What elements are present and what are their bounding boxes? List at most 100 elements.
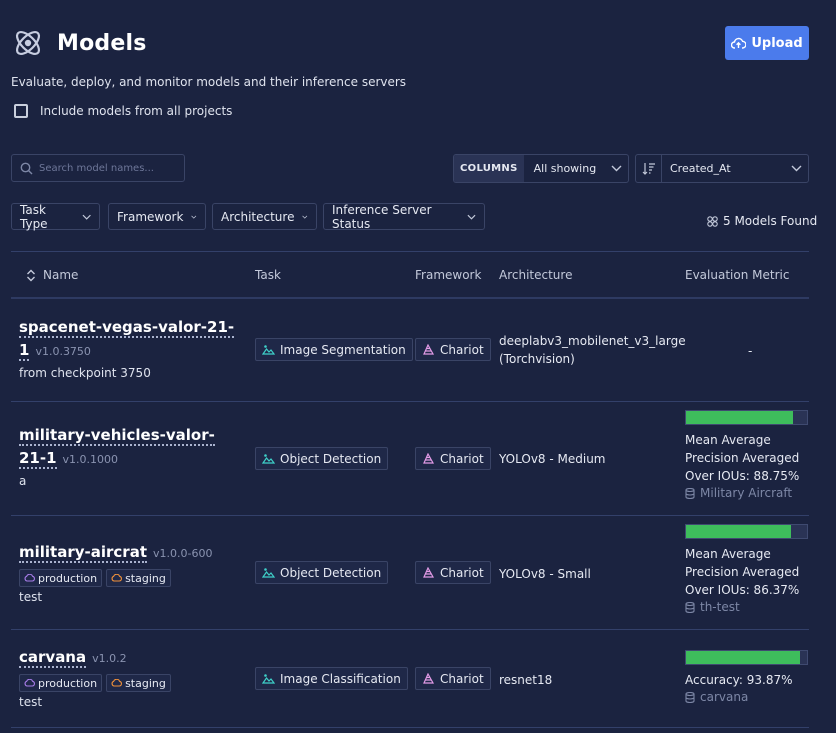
image-icon <box>262 674 275 684</box>
filter-label: Task Type <box>20 202 48 231</box>
dataset-label: carvana <box>700 690 749 704</box>
model-name-link[interactable]: carvana <box>19 648 87 668</box>
column-header-framework[interactable]: Framework <box>415 268 481 282</box>
metric-dataset[interactable]: carvana <box>685 690 808 704</box>
upload-label: Upload <box>751 35 803 51</box>
filter-label: Inference Server Status <box>332 202 432 231</box>
database-icon <box>685 601 695 613</box>
model-version: v1.0.2 <box>92 652 127 665</box>
metric-dataset[interactable]: th-test <box>685 600 808 614</box>
model-name-link[interactable]: spacenet-vegas-valor-21- <box>19 318 235 338</box>
model-description: from checkpoint 3750 <box>19 366 151 380</box>
columns-value: All showing <box>533 162 597 175</box>
filter-inference-server-status[interactable]: Inference Server Status <box>323 202 485 231</box>
chip-label: staging <box>125 676 166 690</box>
task-label: Object Detection <box>280 451 382 466</box>
search-input[interactable] <box>39 162 179 174</box>
metric-empty: - <box>748 344 753 358</box>
evaluation-metric-cell: Mean Average Precision Averaged Over IOU… <box>685 524 808 614</box>
table-row[interactable]: carvana v1.0.2 production staging test <box>19 647 171 709</box>
cloud-upload-icon <box>731 37 747 49</box>
model-description: test <box>19 695 43 709</box>
chevron-down-icon <box>611 165 622 172</box>
column-header-name[interactable]: Name <box>26 268 78 282</box>
database-icon <box>685 691 695 703</box>
framework-tag: Chariot <box>415 447 491 470</box>
cloud-icon <box>111 679 123 687</box>
atom-icon <box>15 30 41 56</box>
columns-select[interactable]: COLUMNS All showing <box>453 154 629 183</box>
columns-label: COLUMNS <box>454 155 524 182</box>
model-name-link[interactable]: 1 <box>19 341 30 361</box>
divider <box>11 251 809 252</box>
include-all-projects[interactable]: Include models from all projects <box>14 104 232 118</box>
model-description: test <box>19 590 43 604</box>
model-name-link[interactable]: military-aircrat <box>19 543 147 563</box>
filter-task-type[interactable]: Task Type <box>11 202 100 231</box>
sort-arrows-icon <box>27 269 35 281</box>
cloud-icon <box>24 574 35 582</box>
divider <box>11 297 809 299</box>
production-chip: production <box>19 569 103 587</box>
framework-label: Chariot <box>440 671 484 686</box>
sort-select[interactable]: Created_At <box>635 154 809 183</box>
cloud-icon <box>24 679 35 687</box>
metric-label: Precision Averaged <box>685 451 800 465</box>
metric-bar-fill <box>686 525 791 538</box>
chariot-icon <box>423 344 435 355</box>
model-description: a <box>19 474 27 488</box>
filter-architecture[interactable]: Architecture <box>212 203 317 230</box>
include-all-checkbox[interactable] <box>14 104 28 118</box>
evaluation-metric-cell: Mean Average Precision Averaged Over IOU… <box>685 410 808 500</box>
column-header-architecture[interactable]: Architecture <box>499 268 572 282</box>
chevron-down-icon <box>82 214 91 220</box>
architecture-cell: deeplabv3_mobilenet_v3_large (Torchvisio… <box>499 332 686 368</box>
filter-label: Framework <box>117 209 184 224</box>
model-name-link[interactable]: 21-1 <box>19 449 57 469</box>
filter-framework[interactable]: Framework <box>108 203 206 230</box>
image-icon <box>262 454 275 464</box>
framework-label: Chariot <box>440 565 484 580</box>
architecture-label: (Torchvision) <box>499 352 575 366</box>
metric-bar <box>685 410 808 425</box>
metric-bar-fill <box>686 411 794 424</box>
metric-bar <box>685 524 808 539</box>
row-divider <box>11 401 809 402</box>
chevron-down-icon <box>467 214 476 220</box>
search-field[interactable] <box>11 154 185 182</box>
table-row[interactable]: military-aircrat v1.0.0-600 production st… <box>19 542 212 604</box>
task-tag: Image Classification <box>255 667 408 690</box>
page-title: Models <box>57 31 147 56</box>
header-label: Name <box>43 268 79 282</box>
cloud-icon <box>111 574 123 582</box>
page-subtitle: Evaluate, deploy, and monitor models and… <box>11 75 407 89</box>
column-header-evaluation-metric[interactable]: Evaluation Metric <box>685 268 789 282</box>
metric-label: Mean Average <box>685 433 771 447</box>
model-name-link[interactable]: military-vehicles-valor- <box>19 426 215 446</box>
table-row[interactable]: military-vehicles-valor- 21-1 v1.0.1000 a <box>19 425 215 488</box>
sort-direction-button[interactable] <box>636 155 662 182</box>
task-tag: Image Segmentation <box>255 338 413 361</box>
task-tag: Object Detection <box>255 447 389 470</box>
upload-button[interactable]: Upload <box>725 26 809 60</box>
table-row[interactable]: spacenet-vegas-valor-21- 1 v1.0.3750 from… <box>19 317 235 380</box>
metric-label: Accuracy: 93.87% <box>685 673 793 687</box>
metric-label: Over IOUs: 86.37% <box>685 583 800 597</box>
dataset-label: Military Aircraft <box>700 486 793 500</box>
include-all-label: Include models from all projects <box>40 104 233 118</box>
row-divider <box>11 515 809 516</box>
architecture-label: deeplabv3_mobilenet_v3_large <box>499 334 686 348</box>
image-icon <box>262 568 275 578</box>
task-label: Object Detection <box>280 565 382 580</box>
dataset-label: th-test <box>700 600 740 614</box>
task-tag: Object Detection <box>255 561 389 584</box>
production-chip: production <box>19 674 103 692</box>
chevron-down-icon <box>791 165 802 172</box>
framework-tag: Chariot <box>415 667 491 690</box>
chip-label: production <box>38 676 98 690</box>
architecture-label: resnet18 <box>499 673 553 687</box>
column-header-task[interactable]: Task <box>255 268 281 282</box>
row-divider <box>11 629 809 630</box>
metric-dataset[interactable]: Military Aircraft <box>685 486 808 500</box>
model-version: v1.0.3750 <box>35 345 91 358</box>
